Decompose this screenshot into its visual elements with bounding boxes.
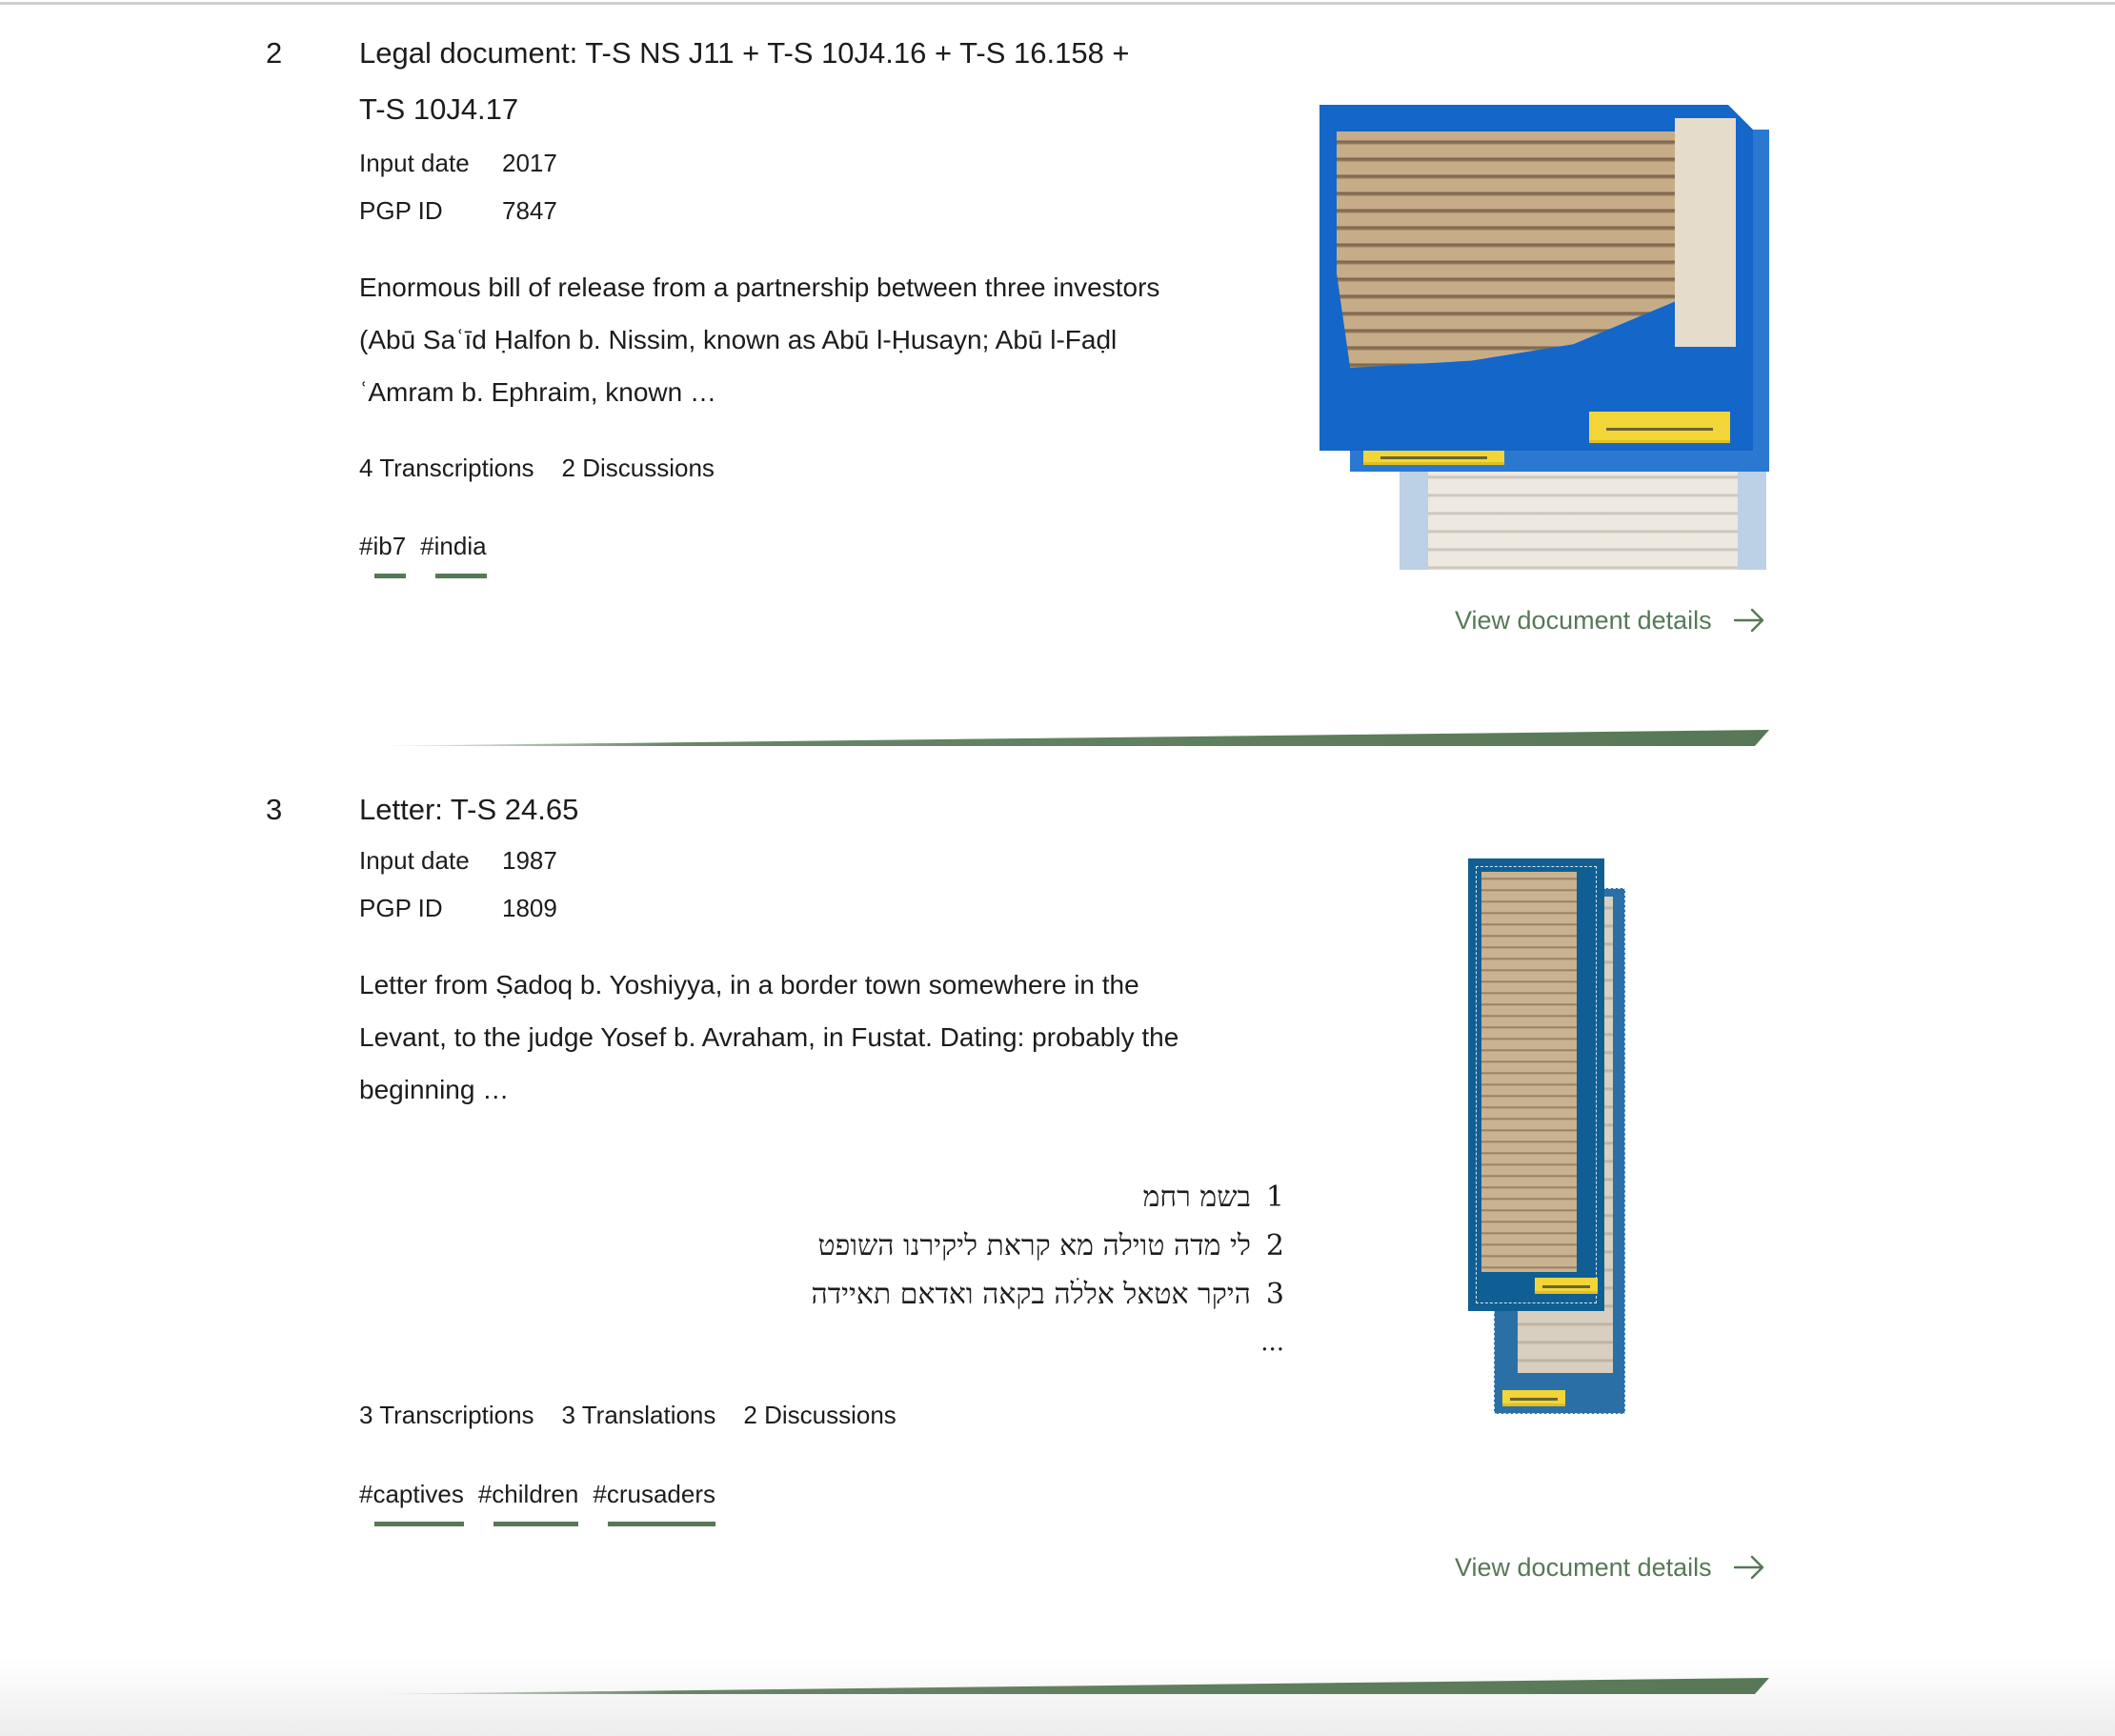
result-title: Legal document: T-S NS J11 + T-S 10J4.16… — [359, 25, 1217, 137]
pgp-id-value: 1809 — [502, 894, 557, 922]
result-number: 2 — [266, 36, 283, 70]
transcription-line: 2 לי מדה טוילה מא קראת ליקירנו השופט — [812, 1221, 1284, 1270]
result-metadata: Input date 2017 PGP ID 7847 — [359, 139, 557, 234]
tag-link[interactable]: #crusaders — [593, 1475, 715, 1526]
result-description: Enormous bill of release from a partners… — [359, 261, 1255, 418]
result-title-line: Letter: T-S 24.65 — [359, 793, 579, 826]
tag-list: #captives #children #crusaders — [359, 1475, 715, 1526]
input-date-value: 2017 — [502, 149, 557, 177]
section-divider — [362, 730, 1769, 746]
view-details-label: View document details — [1455, 1553, 1712, 1582]
pgp-id-value: 7847 — [502, 196, 557, 225]
manuscript-thumbnail-icon — [1468, 858, 1604, 1311]
tag-underline — [493, 1522, 579, 1526]
translations-count: 3 Translations — [561, 1401, 716, 1429]
manuscript-thumbnail-icon — [1319, 105, 1753, 451]
result-counts: 3 Transcriptions 3 Translations 2 Discus… — [359, 1396, 896, 1434]
result-title: Letter: T-S 24.65 — [359, 781, 1217, 838]
transcription-ellipsis: ... — [1260, 1328, 1284, 1357]
transcription-line-text: בשמ רחמ — [1142, 1181, 1251, 1214]
top-divider — [0, 2, 2115, 5]
result-title-line: Legal document: T-S NS J11 + T-S 10J4.16… — [359, 36, 1130, 70]
transcription-line: 3 היקר אטאל אללׄה בקאה ואדאם תאיידה — [812, 1270, 1285, 1319]
transcription-line: 1 בשמ רחמ — [812, 1173, 1284, 1221]
input-date-row: Input date 1987 — [359, 837, 557, 884]
tag-link[interactable]: #children — [477, 1475, 579, 1526]
pgp-id-row: PGP ID 7847 — [359, 187, 557, 234]
input-date-row: Input date 2017 — [359, 139, 557, 187]
tag-link[interactable]: #captives — [359, 1475, 464, 1526]
discussions-count: 2 Discussions — [743, 1401, 896, 1429]
arrow-right-icon — [1733, 1555, 1763, 1580]
description-line: ʿAmram b. Ephraim, known … — [359, 377, 716, 407]
tag-underline — [608, 1522, 715, 1526]
pgp-id-row: PGP ID 1809 — [359, 884, 557, 932]
input-date-value: 1987 — [502, 846, 557, 875]
description-line: beginning … — [359, 1075, 510, 1104]
arrow-right-icon — [1733, 608, 1763, 633]
tag-label: #ib7 — [359, 532, 407, 560]
section-divider — [362, 1678, 1769, 1694]
transcription-line-text: לי מדה טוילה מא קראת ליקירנו השופט — [817, 1229, 1251, 1262]
transcription-excerpt: 1 בשמ רחמ 2 לי מדה טוילה מא קראת ליקירנו… — [812, 1173, 1285, 1367]
result-number: 3 — [266, 793, 283, 826]
description-line: Letter from Ṣadoq b. Yoshiyya, in a bord… — [359, 970, 1139, 999]
result-title-line: T-S 10J4.17 — [359, 92, 519, 126]
view-document-details-link[interactable]: View document details — [1455, 601, 1765, 639]
pgp-id-label: PGP ID — [359, 894, 443, 922]
shelfmark-label — [1535, 1278, 1598, 1294]
view-details-label: View document details — [1455, 606, 1712, 635]
transcription-line-text: היקר אטאל אללׄה בקאה ואדאם תאיידה — [811, 1278, 1251, 1311]
tag-label: #children — [477, 1480, 579, 1508]
view-document-details-link[interactable]: View document details — [1455, 1548, 1765, 1586]
manuscript-fragment — [1481, 872, 1577, 1272]
result-metadata: Input date 1987 PGP ID 1809 — [359, 837, 557, 932]
description-line: Levant, to the judge Yosef b. Avraham, i… — [359, 1022, 1179, 1052]
shelfmark-label — [1589, 412, 1730, 443]
tag-label: #india — [420, 532, 487, 560]
result-counts: 4 Transcriptions 2 Discussions — [359, 449, 715, 487]
result-description: Letter from Ṣadoq b. Yoshiyya, in a bord… — [359, 959, 1255, 1116]
tag-underline — [374, 574, 407, 578]
tag-underline — [435, 574, 487, 578]
tag-link[interactable]: #ib7 — [359, 527, 407, 578]
description-line: (Abū Saʿīd Ḥalfon b. Nissim, known as Ab… — [359, 325, 1118, 354]
tag-list: #ib7 #india — [359, 527, 487, 578]
transcriptions-count: 4 Transcriptions — [359, 454, 534, 482]
discussions-count: 2 Discussions — [561, 454, 715, 482]
input-date-label: Input date — [359, 846, 470, 875]
transcription-line-number: 3 — [1265, 1278, 1284, 1311]
transcriptions-count: 3 Transcriptions — [359, 1401, 534, 1429]
tag-link[interactable]: #india — [420, 527, 487, 578]
tag-underline — [374, 1522, 464, 1526]
input-date-label: Input date — [359, 149, 470, 177]
transcription-line-number: 2 — [1265, 1229, 1284, 1262]
tag-label: #captives — [359, 1480, 464, 1508]
description-line: Enormous bill of release from a partners… — [359, 273, 1160, 302]
transcription-line-number: 1 — [1265, 1181, 1284, 1214]
manuscript-fragment — [1337, 131, 1675, 368]
tag-label: #crusaders — [593, 1480, 715, 1508]
pgp-id-label: PGP ID — [359, 196, 443, 225]
